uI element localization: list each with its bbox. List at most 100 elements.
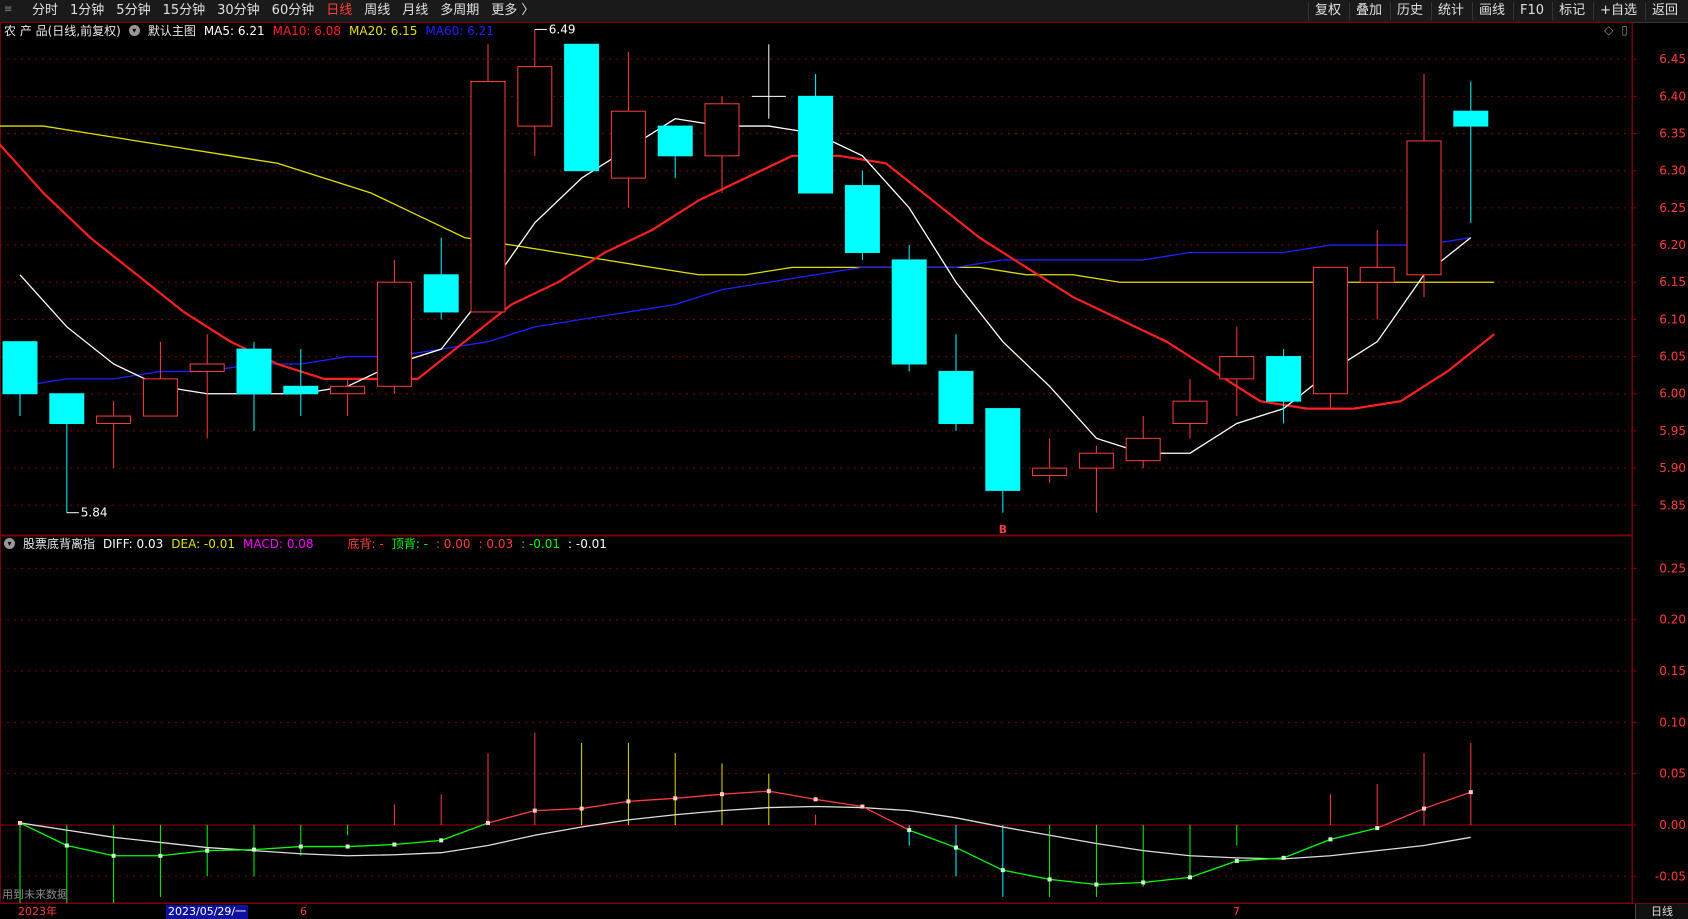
dea-segment xyxy=(347,843,395,848)
dea-marker xyxy=(673,796,678,801)
tool-button-6[interactable]: 标记 xyxy=(1552,2,1591,20)
period-tab-8[interactable]: 月线 xyxy=(396,2,434,20)
candle-body xyxy=(423,274,459,313)
tool-button-8[interactable]: 返回 xyxy=(1644,2,1684,20)
candle-body xyxy=(1172,400,1208,424)
month-6-label: 6 xyxy=(300,905,307,918)
dea-marker xyxy=(813,797,818,802)
dea-marker xyxy=(1234,858,1239,863)
stock-chart-app: ≡ 分时 1分钟 5分钟 15分钟 30分钟 60分钟 日线 周线 月线 多周期 更多 〉 复权 叠加… xyxy=(0,0,1688,919)
period-tab-5[interactable]: 60分钟 xyxy=(266,2,321,20)
dea-marker xyxy=(439,838,444,843)
period-tab-3[interactable]: 15分钟 xyxy=(157,2,212,20)
candle-body xyxy=(1453,110,1489,127)
tool-button-7[interactable]: +自选 xyxy=(1593,2,1643,20)
high-label: 6.49 xyxy=(549,22,576,36)
dea-marker xyxy=(298,844,303,849)
candle-body xyxy=(1406,140,1442,276)
price-tick-label: 5.85 xyxy=(1659,498,1686,512)
candle-body xyxy=(49,393,85,424)
moving-average-lines xyxy=(0,117,1495,454)
dea-marker xyxy=(532,808,537,813)
dea-segment xyxy=(768,790,816,800)
dea-marker xyxy=(64,843,69,848)
tool-button-5[interactable]: F10 xyxy=(1513,2,1550,20)
dea-marker xyxy=(345,844,350,849)
diff-line xyxy=(19,805,1471,860)
period-tab-1[interactable]: 1分钟 xyxy=(64,2,110,20)
dea-marker xyxy=(579,806,584,811)
candle-body xyxy=(657,125,693,157)
price-tick-label: 5.90 xyxy=(1659,461,1686,475)
buy-signal-label: B xyxy=(999,523,1007,536)
period-tab-6[interactable]: 日线 xyxy=(320,2,358,20)
period-tab-9[interactable]: 多周期 xyxy=(434,2,485,20)
candle-body xyxy=(96,415,132,424)
macd-tick-label: 0.05 xyxy=(1659,767,1686,781)
macd-tick-label: 0.10 xyxy=(1659,715,1686,729)
dea-marker xyxy=(1141,880,1146,885)
menu-handle-icon[interactable]: ≡ xyxy=(4,4,14,16)
dea-marker xyxy=(860,804,865,809)
dea-segment xyxy=(955,846,1004,871)
dea-segment xyxy=(675,793,723,799)
macd-tick-label: 0.00 xyxy=(1659,818,1686,832)
price-tick-label: 6.00 xyxy=(1659,387,1686,401)
price-tick-label: 6.30 xyxy=(1659,164,1686,178)
candle-body xyxy=(142,378,178,417)
candle-body xyxy=(844,185,880,253)
dea-marker xyxy=(205,848,210,853)
dea-marker xyxy=(1422,806,1426,811)
candle-body xyxy=(1266,356,1302,402)
dea-marker xyxy=(907,828,912,833)
dea-marker xyxy=(626,799,631,804)
dea-segment xyxy=(66,844,114,857)
dea-segment xyxy=(1283,838,1331,859)
dea-segment xyxy=(394,839,442,846)
dea-marker xyxy=(111,853,116,858)
tool-button-3[interactable]: 统计 xyxy=(1431,2,1470,20)
period-tab-0[interactable]: 分时 xyxy=(26,2,64,20)
month-7-label: 7 xyxy=(1233,905,1240,918)
price-tick-label: 6.15 xyxy=(1659,275,1686,289)
price-tick-label: 6.10 xyxy=(1659,312,1686,326)
dea-segment xyxy=(908,829,957,849)
dea-segment xyxy=(534,807,582,812)
period-tab-7[interactable]: 周线 xyxy=(358,2,396,20)
dea-marker xyxy=(1375,826,1380,831)
candle-body xyxy=(1312,266,1348,395)
future-data-note: 用到未来数据 xyxy=(2,888,68,901)
macd-tick-label: 0.15 xyxy=(1659,664,1686,678)
date-axis-bar: 2023年 2023/05/29/一 6 7 日线 xyxy=(0,903,1688,919)
tool-button-2[interactable]: 历史 xyxy=(1389,2,1429,20)
dea-marker xyxy=(158,853,163,858)
period-indicator[interactable]: 日线 xyxy=(1635,904,1688,919)
period-toolbar: ≡ 分时 1分钟 5分钟 15分钟 30分钟 60分钟 日线 周线 月线 多周期 更多 〉 复权 叠加… xyxy=(0,0,1688,23)
candle-body xyxy=(1125,437,1161,462)
dea-segment xyxy=(160,850,208,857)
price-tick-label: 6.25 xyxy=(1659,201,1686,215)
tool-button-1[interactable]: 叠加 xyxy=(1348,2,1388,20)
candle-body xyxy=(1359,266,1395,283)
period-tab-4[interactable]: 30分钟 xyxy=(211,2,266,20)
candle-body xyxy=(610,110,646,179)
candle-body xyxy=(376,281,412,387)
dea-segment xyxy=(1143,876,1191,884)
value-axes: 6.45 6.40 6.35 6.30 6.25 6.20 6.15 6.10 6.05 6.00… xyxy=(1632,52,1686,883)
period-tab-10[interactable]: 更多 〉 xyxy=(485,2,540,20)
dea-marker xyxy=(1468,790,1473,795)
candle-body xyxy=(938,370,974,424)
dea-marker xyxy=(18,820,22,825)
dea-marker xyxy=(1188,875,1192,880)
dea-marker xyxy=(1328,837,1333,842)
tool-button-0[interactable]: 复权 xyxy=(1307,2,1347,20)
price-and-macd-chart[interactable]: 6.45 6.40 6.35 6.30 6.25 6.20 6.15 6.10 6.05 6.00… xyxy=(0,22,1688,903)
candle-body xyxy=(2,341,38,395)
dea-segment xyxy=(253,845,301,851)
tool-button-4[interactable]: 画线 xyxy=(1472,2,1511,20)
dea-segment xyxy=(1423,791,1472,810)
period-tab-2[interactable]: 5分钟 xyxy=(110,2,156,20)
candle-body xyxy=(236,348,272,395)
macd-panel-border xyxy=(0,535,1633,903)
macd-tick-label: 0.20 xyxy=(1659,613,1686,627)
